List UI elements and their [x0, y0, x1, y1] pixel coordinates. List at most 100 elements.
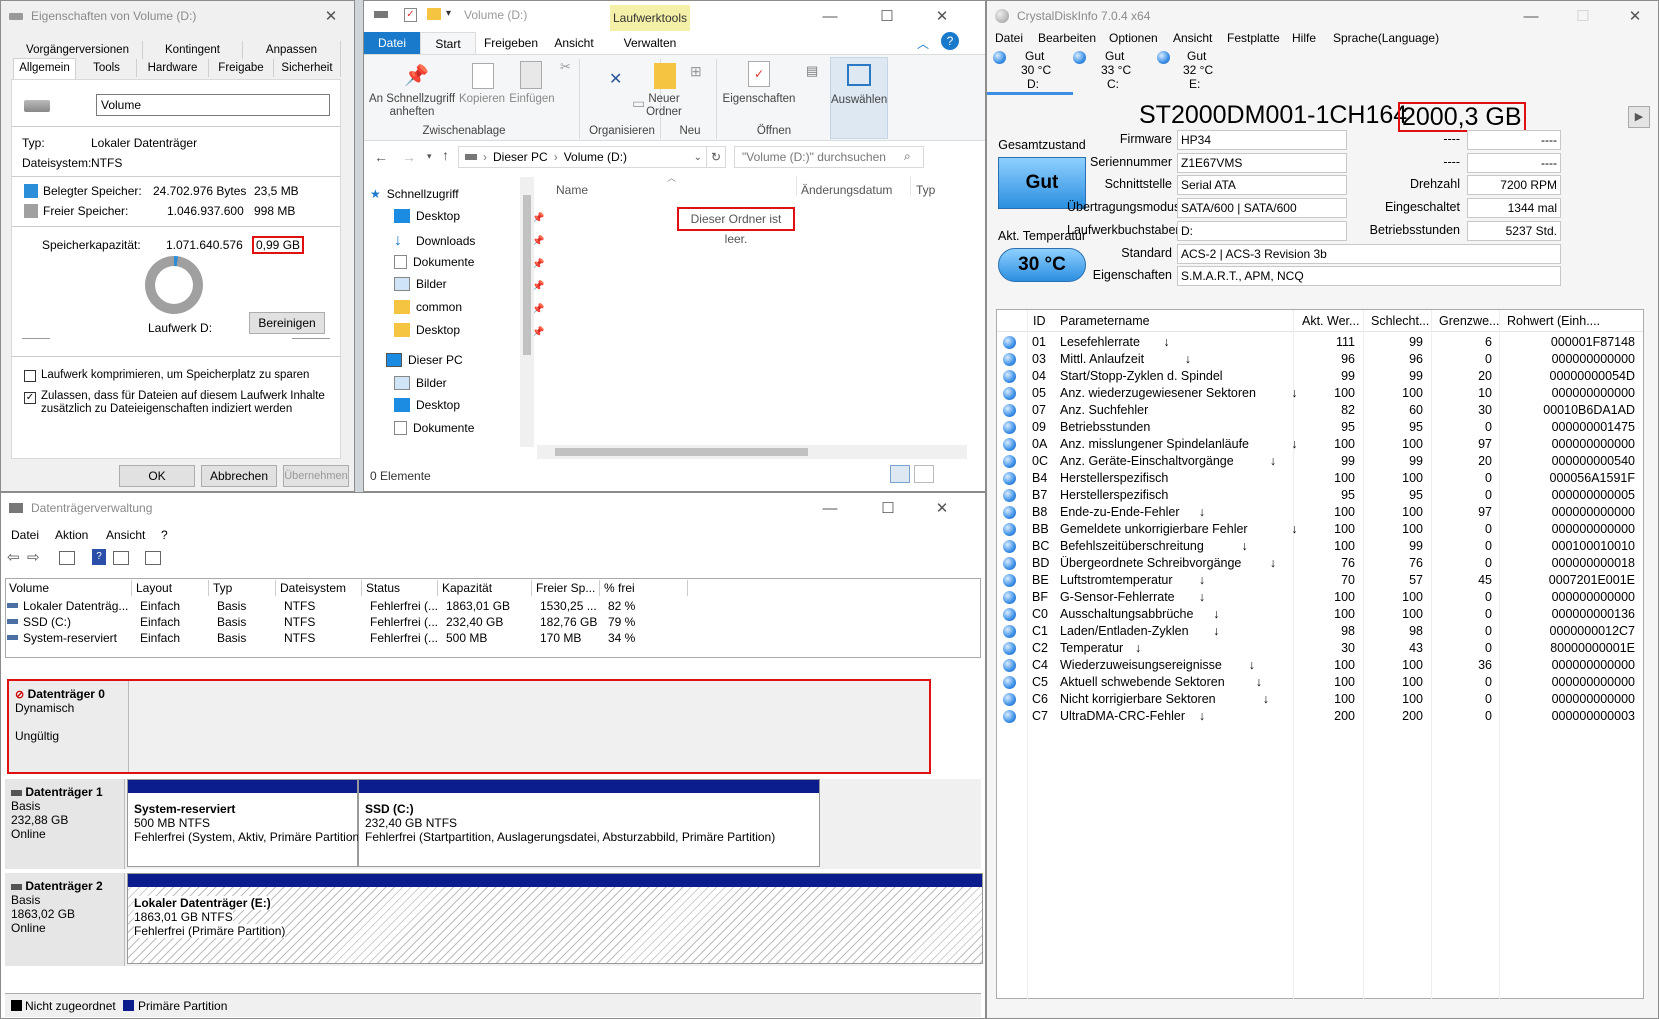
menu-help[interactable]: ?: [161, 528, 168, 542]
compress-checkbox[interactable]: [24, 370, 36, 382]
partition-system-reserved[interactable]: System-reserviert 500 MB NTFS Fehlerfrei…: [127, 779, 363, 867]
smart-row[interactable]: 09 Betriebsstunden 95 95 0 000000001475: [997, 419, 1643, 437]
quick-access-dropdown-icon[interactable]: ▾: [446, 8, 451, 19]
cleanup-button[interactable]: Bereinigen: [249, 312, 325, 334]
delete-icon[interactable]: ✕: [609, 69, 622, 89]
tab-start[interactable]: Start: [420, 32, 476, 54]
smart-row[interactable]: B4 Herstellerspezifisch 100 100 0 000056A1591…: [997, 470, 1643, 488]
column-free[interactable]: Freier Sp...: [532, 580, 600, 596]
smart-col-worst[interactable]: Schlecht...: [1371, 314, 1429, 328]
menu-options[interactable]: Optionen: [1109, 31, 1158, 45]
smart-row[interactable]: C5 Aktuell schwebende Sektoren ↓ 100 100 0 000…: [997, 674, 1643, 692]
smart-row[interactable]: 0A Anz. misslungener Spindelanläufe ↓ 100 10…: [997, 436, 1643, 454]
address-bar[interactable]: › Dieser PC › Volume (D:) ⌄: [458, 146, 707, 168]
select-button[interactable]: Auswählen: [830, 57, 888, 139]
close-icon[interactable]: ✕: [308, 1, 354, 31]
minimize-icon[interactable]: —: [1508, 1, 1554, 31]
forward-icon[interactable]: ⇨: [27, 548, 40, 566]
breadcrumb-volume[interactable]: Volume (D:): [564, 150, 627, 164]
nav-documents[interactable]: Dokumente: [394, 255, 474, 269]
tab-sharing[interactable]: Freigabe: [209, 59, 274, 77]
smart-row[interactable]: B8 Ende-zu-Ende-Fehler ↓ 100 100 97 0000000000…: [997, 504, 1643, 522]
smart-row[interactable]: 05 Anz. wiederzugewiesener Sektoren ↓ 100 10…: [997, 385, 1643, 403]
column-type[interactable]: Typ: [916, 183, 935, 197]
smart-row[interactable]: C0 Ausschaltungsabbrüche ↓ 100 100 0 000000000…: [997, 606, 1643, 624]
smart-col-current[interactable]: Akt. Wer...: [1302, 314, 1359, 328]
nav-scrollbar[interactable]: [520, 177, 534, 447]
pin-quickaccess-button[interactable]: An Schnellzugriff anheften: [367, 93, 457, 119]
smart-col-raw[interactable]: Rohwert (Einh....: [1507, 314, 1600, 328]
forward-icon[interactable]: →: [402, 149, 416, 165]
open-icon[interactable]: ▤: [806, 63, 818, 79]
volume-row[interactable]: System-reserviert Einfach Basis NTFS Fehlerf…: [5, 630, 981, 646]
console-tree-icon[interactable]: [59, 551, 75, 565]
menu-file[interactable]: Datei: [995, 31, 1023, 45]
drive-tab-c[interactable]: Gut 33 °C C:: [1073, 47, 1153, 95]
apply-button[interactable]: Übernehmen: [283, 465, 349, 487]
cut-icon[interactable]: ✂: [560, 59, 571, 75]
cancel-button[interactable]: Abbrechen: [201, 465, 277, 487]
tab-previous-versions[interactable]: Vorgängerversionen: [13, 41, 143, 59]
smart-row[interactable]: BE Luftstromtemperatur ↓ 70 57 45 0007201E001E: [997, 572, 1643, 590]
column-percent-free[interactable]: % frei: [600, 580, 688, 596]
menu-action[interactable]: Aktion: [55, 528, 88, 542]
partition-ssd-c[interactable]: SSD (C:) 232,40 GB NTFS Fehlerfrei (Star…: [358, 779, 820, 867]
close-icon[interactable]: ✕: [919, 493, 965, 523]
menu-disk[interactable]: Festplatte: [1227, 31, 1280, 45]
refresh-icon[interactable]: ↻: [706, 146, 726, 168]
tab-share[interactable]: Freigeben: [476, 32, 546, 54]
address-dropdown-icon[interactable]: ⌄: [694, 152, 702, 163]
drive-tab-e[interactable]: Gut 32 °C E:: [1153, 47, 1233, 95]
new-folder-button[interactable]: Neuer Ordner: [642, 93, 686, 119]
nav-pc-documents[interactable]: Dokumente: [394, 421, 474, 435]
maximize-icon[interactable]: ☐: [865, 493, 911, 523]
nav-desktop[interactable]: Desktop: [394, 209, 460, 223]
menu-view[interactable]: Ansicht: [1173, 31, 1212, 45]
search-input[interactable]: "Volume (D:)" durchsuchen: [734, 146, 924, 168]
smart-row[interactable]: BD Übergeordnete Schreibvorgänge ↓ 76 76 0 000…: [997, 555, 1643, 573]
view-icon[interactable]: [113, 551, 129, 565]
volume-row[interactable]: Lokaler Datenträg... Einfach Basis NTFS Fehl…: [5, 598, 981, 614]
smart-row[interactable]: C6 Nicht korrigierbare Sektoren ↓ 100 100 0 00…: [997, 691, 1643, 709]
tab-view[interactable]: Ansicht: [546, 32, 602, 54]
smart-row[interactable]: BC Befehlszeitüberschreitung ↓ 100 99 0 000100…: [997, 538, 1643, 556]
next-disk-icon[interactable]: ▶: [1628, 106, 1650, 128]
smart-row[interactable]: BF G-Sensor-Fehlerrate ↓ 100 100 0 00000000000…: [997, 589, 1643, 607]
smart-col-threshold[interactable]: Grenzwe...: [1439, 314, 1499, 328]
smart-row[interactable]: 01 Lesefehlerrate ↓ 111 99 6 000001F87148: [997, 334, 1643, 352]
properties-quick-icon[interactable]: ✓: [404, 8, 417, 22]
index-checkbox[interactable]: ✓: [24, 392, 36, 404]
nav-pc-pictures[interactable]: Bilder: [394, 376, 447, 390]
back-icon[interactable]: ←: [374, 149, 388, 165]
menu-help[interactable]: Hilfe: [1292, 31, 1316, 45]
smart-col-name[interactable]: Parametername: [1060, 314, 1150, 328]
recent-dropdown-icon[interactable]: ▾: [427, 151, 432, 162]
smart-row[interactable]: BB Gemeldete unkorrigierbare Fehler ↓ 100 10…: [997, 521, 1643, 539]
nav-downloads[interactable]: ↓ Downloads: [394, 232, 475, 250]
smart-row[interactable]: 07 Anz. Suchfehler 82 60 30 00010B6DA1AD: [997, 402, 1643, 420]
back-icon[interactable]: ⇦: [7, 548, 20, 566]
nav-common[interactable]: common: [394, 300, 462, 314]
menu-view[interactable]: Ansicht: [106, 528, 145, 542]
new-folder-quick-icon[interactable]: [427, 8, 441, 20]
collapse-ribbon-icon[interactable]: ︿: [917, 35, 929, 52]
paste-button[interactable]: Einfügen: [507, 93, 557, 105]
menu-edit[interactable]: Bearbeiten: [1038, 31, 1096, 45]
horizontal-scrollbar[interactable]: [537, 445, 967, 459]
smart-row[interactable]: B7 Herstellerspezifisch 95 95 0 000000000005: [997, 487, 1643, 505]
properties-icon[interactable]: [145, 551, 161, 565]
large-icons-view-icon[interactable]: [914, 465, 934, 483]
disk2-label[interactable]: Datenträger 2 Basis 1863,02 GB Online: [5, 873, 125, 966]
tab-manage[interactable]: Verwalten: [610, 32, 690, 54]
tab-general[interactable]: Allgemein: [13, 58, 76, 80]
details-view-icon[interactable]: [890, 465, 910, 483]
smart-row[interactable]: 0C Anz. Geräte-Einschaltvorgänge ↓ 99 99 20 00…: [997, 453, 1643, 471]
column-volume[interactable]: Volume: [5, 580, 132, 596]
nav-this-pc[interactable]: Dieser PC: [386, 353, 463, 367]
close-icon[interactable]: ✕: [919, 1, 965, 31]
smart-row[interactable]: C4 Wiederzuweisungsereignisse ↓ 100 100 36 000…: [997, 657, 1643, 675]
help-icon[interactable]: ?: [941, 32, 959, 50]
up-icon[interactable]: ↑: [442, 147, 449, 163]
nav-pc-desktop[interactable]: Desktop: [394, 398, 460, 412]
new-item-icon[interactable]: ⊞: [690, 63, 702, 80]
